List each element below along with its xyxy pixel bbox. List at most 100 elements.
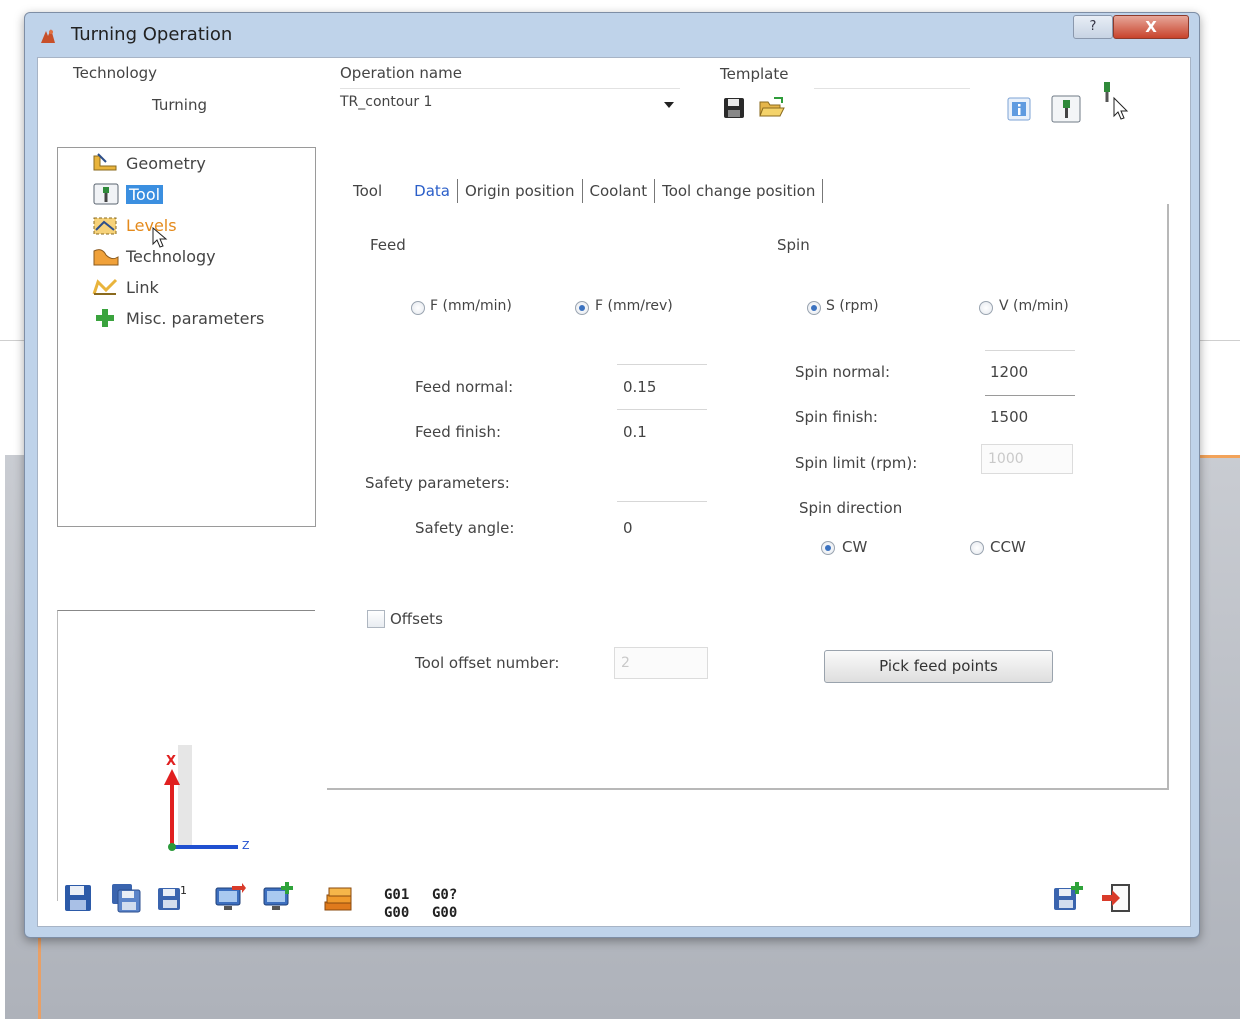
feed-mm-min-label: F (mm/min) [430, 298, 512, 314]
gcode-a-top: G01 [384, 887, 410, 903]
tree-label-misc-parameters: Misc. parameters [126, 308, 265, 328]
exit-icon[interactable] [1100, 882, 1132, 914]
gcode-b-bottom: G00 [432, 905, 458, 921]
tab-separator [581, 179, 583, 203]
save-and-add-icon[interactable] [1052, 882, 1084, 914]
info-icon[interactable] [1006, 96, 1032, 122]
dropdown-arrow-icon[interactable] [664, 102, 674, 108]
tab-separator [654, 179, 656, 203]
safety-angle-field[interactable]: 0 [623, 519, 633, 537]
navigation-tree: Geometry Tool Levels Technology Link Mis… [57, 147, 316, 527]
tree-label-link: Link [126, 277, 159, 297]
tab-data[interactable]: Data [409, 182, 455, 200]
add-monitor-icon[interactable] [262, 882, 294, 914]
spin-ccw-radio[interactable] [970, 541, 984, 555]
spin-limit-label: Spin limit (rpm): [795, 454, 918, 472]
spin-normal-field[interactable]: 1200 [990, 363, 1028, 381]
spin-finish-label: Spin finish: [795, 408, 878, 426]
tool-icon [93, 183, 119, 205]
tree-label-tool: Tool [126, 184, 164, 204]
spin-rpm-label: S (rpm) [826, 298, 879, 314]
title-bar[interactable]: Turning Operation ? X [25, 13, 1199, 57]
preview-viewport: X Z [57, 610, 315, 901]
spin-finish-field[interactable]: 1500 [990, 408, 1028, 426]
gcode-link-button[interactable]: G01 G00 [384, 886, 409, 922]
feed-normal-field[interactable]: 0.15 [623, 378, 656, 396]
feed-finish-field[interactable]: 0.1 [623, 423, 647, 441]
tool-offset-number-field[interactable]: 2 [614, 647, 708, 679]
save-icon[interactable] [62, 882, 94, 914]
template-divider [814, 88, 970, 89]
save-template-icon[interactable] [722, 96, 746, 120]
layers-icon[interactable] [322, 882, 354, 914]
feed-mm-rev-radio[interactable] [575, 301, 589, 315]
tab-coolant[interactable]: Coolant [585, 182, 653, 200]
background-strip [38, 935, 41, 1019]
turning-operation-window: Turning Operation ? X Technology Turning… [24, 12, 1200, 938]
safety-angle-label: Safety angle: [415, 519, 515, 537]
background-accent [1196, 455, 1240, 458]
save-as-icon[interactable] [110, 882, 142, 914]
tab-bar: Tool Data Origin position Coolant Tool c… [348, 178, 825, 204]
plus-icon [96, 309, 114, 327]
operation-name-label: Operation name [340, 64, 462, 82]
spin-m-min-radio[interactable] [979, 301, 993, 315]
tree-label-technology: Technology [126, 246, 216, 266]
save-numbered-icon[interactable]: 1 [156, 882, 188, 914]
technology-icon [93, 249, 119, 266]
tree-item-tool[interactable]: Tool [92, 181, 164, 207]
feed-group-label: Feed [370, 236, 406, 254]
tab-tool[interactable]: Tool [348, 182, 387, 200]
tree-item-link[interactable]: Link [92, 274, 159, 300]
feed-finish-label: Feed finish: [415, 423, 502, 441]
gcode-b-top: G0? [432, 887, 458, 903]
spin-group-label: Spin [777, 236, 810, 254]
tab-separator [456, 179, 458, 203]
axis-triad-icon: X Z [164, 745, 250, 852]
safety-angle-underline [617, 501, 707, 502]
spin-ccw-label: CCW [990, 538, 1026, 556]
close-button[interactable]: X [1113, 15, 1189, 39]
spin-m-min-label: V (m/min) [999, 298, 1069, 314]
safety-parameters-label: Safety parameters: [365, 474, 510, 492]
spin-cw-radio[interactable] [821, 541, 835, 555]
spin-rpm-radio[interactable] [807, 301, 821, 315]
tab-separator [822, 179, 824, 203]
pick-feed-points-button[interactable]: Pick feed points [824, 650, 1053, 683]
offsets-label: Offsets [390, 610, 443, 628]
z-axis-label: Z [242, 839, 250, 852]
help-button[interactable]: ? [1073, 15, 1113, 39]
tab-tool-change-position[interactable]: Tool change position [657, 182, 820, 200]
spin-normal-label: Spin normal: [795, 363, 891, 381]
open-template-icon[interactable] [758, 96, 786, 120]
tool-icon[interactable] [1050, 94, 1082, 124]
offsets-checkbox[interactable] [367, 610, 385, 628]
operation-name-divider [340, 88, 680, 89]
gcode-a-bottom: G00 [384, 905, 410, 921]
technology-label: Technology [73, 64, 158, 82]
spin-direction-label: Spin direction [799, 499, 903, 517]
app-icon [41, 29, 55, 43]
geometry-icon [93, 153, 117, 171]
levels-icon [93, 217, 117, 235]
feed-mm-rev-label: F (mm/rev) [595, 298, 673, 314]
tab-origin-position[interactable]: Origin position [460, 182, 580, 200]
technology-value: Turning [152, 96, 207, 114]
tool-offset-number-label: Tool offset number: [415, 654, 560, 672]
tree-item-misc-parameters[interactable]: Misc. parameters [92, 305, 264, 331]
svg-text:1: 1 [180, 884, 187, 897]
x-axis-label: X [166, 754, 176, 769]
tree-item-geometry[interactable]: Geometry [92, 150, 206, 176]
gcode-check-button[interactable]: G0? G00 [432, 886, 457, 922]
spin-normal-underline [985, 350, 1075, 351]
mouse-cursor-icon [152, 226, 168, 248]
feed-mm-min-radio[interactable] [411, 301, 425, 315]
dialog-client: Technology Turning Operation name TR_con… [37, 57, 1191, 927]
feed-normal-underline [617, 364, 707, 365]
pick-icon[interactable] [1100, 80, 1136, 122]
spin-limit-field[interactable]: 1000 [981, 444, 1073, 474]
spin-cw-label: CW [842, 538, 868, 556]
operation-name-value: TR_contour 1 [340, 94, 433, 110]
export-monitor-icon[interactable] [214, 882, 246, 914]
operation-name-combo[interactable]: TR_contour 1 [338, 92, 682, 116]
